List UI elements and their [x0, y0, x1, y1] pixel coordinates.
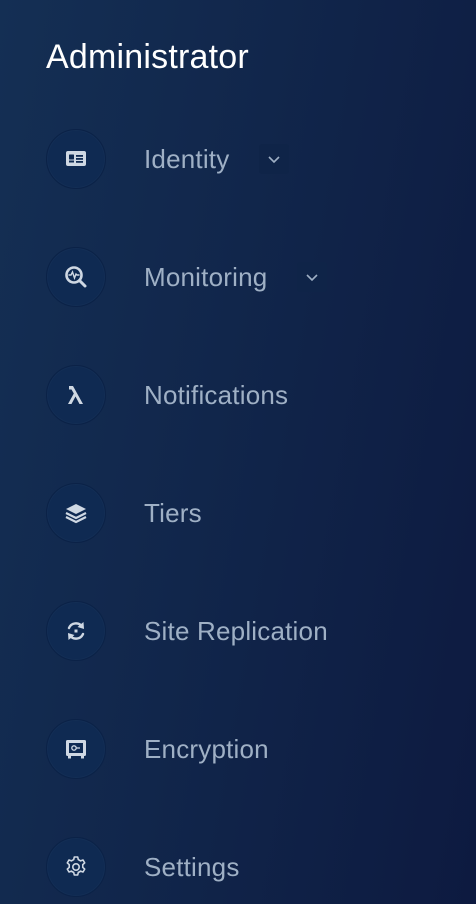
menu-item-monitoring[interactable]: Monitoring — [46, 246, 328, 308]
menu-item-notifications[interactable]: Notifications — [46, 364, 288, 426]
menu-item-settings[interactable]: Settings — [46, 836, 240, 898]
layers-icon — [46, 483, 106, 543]
menu-item-encryption[interactable]: Encryption — [46, 718, 269, 780]
expand-monitoring-button[interactable] — [297, 262, 328, 292]
safe-icon — [46, 719, 106, 779]
admin-menu: Identity Monitoring Notifications Tiers … — [0, 0, 476, 904]
menu-label-monitoring: Monitoring — [144, 261, 268, 292]
lambda-icon — [46, 365, 106, 425]
menu-label-settings: Settings — [144, 851, 240, 882]
id-card-icon — [46, 129, 106, 189]
chevron-down-icon — [306, 274, 318, 282]
expand-identity-button[interactable] — [259, 144, 290, 174]
menu-label-identity: Identity — [144, 143, 230, 174]
menu-item-identity[interactable]: Identity — [46, 128, 290, 190]
chevron-down-icon — [268, 156, 281, 164]
sync-icon — [46, 601, 106, 661]
menu-label-tiers: Tiers — [144, 497, 202, 528]
gear-icon — [46, 837, 106, 897]
menu-label-site-replication: Site Replication — [144, 615, 328, 646]
menu-item-tiers[interactable]: Tiers — [46, 482, 202, 544]
menu-label-notifications: Notifications — [144, 379, 289, 410]
menu-label-encryption: Encryption — [144, 733, 269, 764]
menu-item-site-replication[interactable]: Site Replication — [46, 600, 328, 662]
monitor-search-icon — [46, 247, 106, 307]
